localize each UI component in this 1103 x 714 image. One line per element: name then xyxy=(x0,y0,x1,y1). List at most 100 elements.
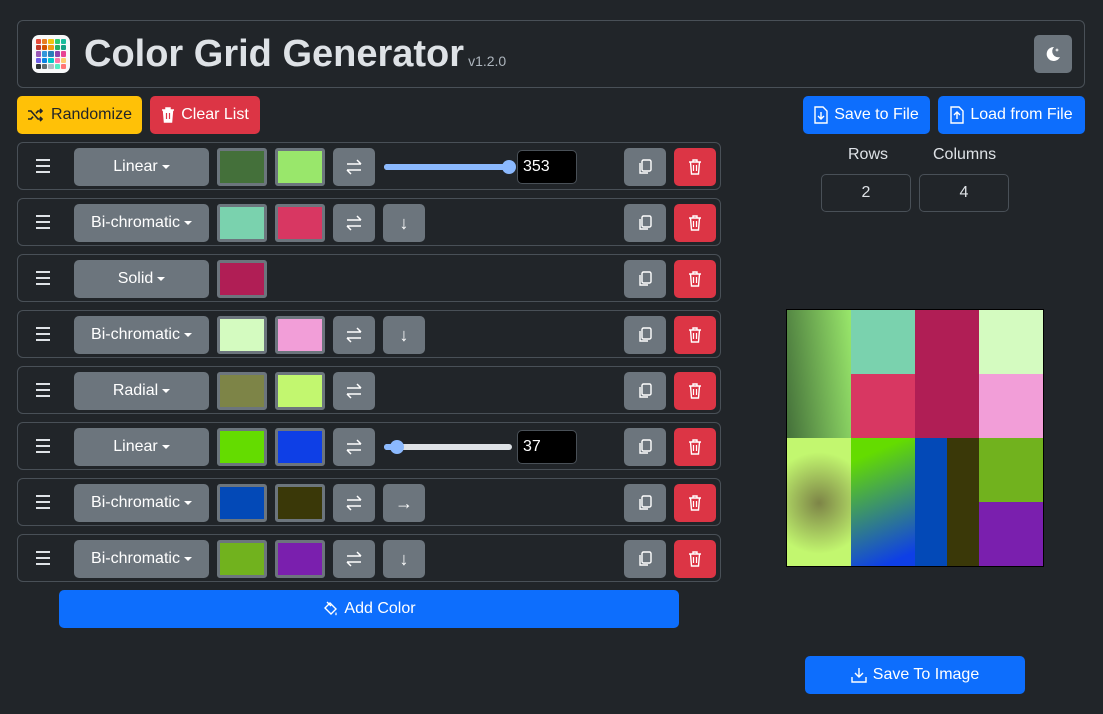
copy-icon xyxy=(639,215,652,230)
clear-list-label: Clear List xyxy=(181,106,249,123)
delete-button[interactable] xyxy=(674,204,716,242)
swap-colors-button[interactable] xyxy=(333,316,375,354)
duplicate-button[interactable] xyxy=(624,428,666,466)
color2-swatch[interactable] xyxy=(275,540,325,578)
drag-handle-icon[interactable] xyxy=(36,493,50,511)
type-label: Bi-chromatic xyxy=(91,214,180,231)
direction-button[interactable]: ↓ xyxy=(383,316,425,354)
save-to-image-button[interactable]: Save To Image xyxy=(805,656,1025,694)
delete-button[interactable] xyxy=(674,428,716,466)
drag-handle-icon[interactable] xyxy=(36,157,50,175)
duplicate-button[interactable] xyxy=(624,148,666,186)
color1-swatch[interactable] xyxy=(217,260,267,298)
type-label: Bi-chromatic xyxy=(91,550,180,567)
color2-swatch[interactable] xyxy=(275,316,325,354)
color1-swatch[interactable] xyxy=(217,540,267,578)
version-badge: v1.2.0 xyxy=(468,53,507,69)
color1-swatch[interactable] xyxy=(217,428,267,466)
delete-button[interactable] xyxy=(674,260,716,298)
duplicate-button[interactable] xyxy=(624,484,666,522)
app-header: Color Grid Generator v1.2.0 xyxy=(17,20,1085,88)
randomize-button[interactable]: Randomize xyxy=(17,96,142,134)
drag-handle-icon[interactable] xyxy=(36,381,50,399)
caret-down-icon xyxy=(161,445,170,449)
grid-preview xyxy=(786,309,1044,567)
color-row: Bi-chromatic ↓ xyxy=(17,310,721,358)
swap-colors-button[interactable] xyxy=(333,428,375,466)
trash-icon xyxy=(689,495,701,511)
slider-thumb[interactable] xyxy=(389,440,404,454)
color2-swatch[interactable] xyxy=(275,428,325,466)
angle-slider[interactable] xyxy=(384,160,517,174)
color2-swatch[interactable] xyxy=(275,372,325,410)
color1-swatch[interactable] xyxy=(217,372,267,410)
load-from-file-label: Load from File xyxy=(970,106,1073,123)
type-dropdown[interactable]: Solid xyxy=(74,260,209,298)
color-row: Linear 37 xyxy=(17,422,721,470)
duplicate-button[interactable] xyxy=(624,316,666,354)
type-label: Bi-chromatic xyxy=(91,326,180,343)
type-dropdown[interactable]: Bi-chromatic xyxy=(74,316,209,354)
add-color-button[interactable]: Add Color xyxy=(59,590,679,628)
load-from-file-button[interactable]: Load from File xyxy=(938,96,1085,134)
angle-slider[interactable] xyxy=(384,440,512,454)
type-dropdown[interactable]: Bi-chromatic xyxy=(74,484,209,522)
copy-icon xyxy=(639,551,652,566)
slider-thumb[interactable] xyxy=(502,160,517,174)
color2-swatch[interactable] xyxy=(275,204,325,242)
app-title-text: Color Grid Generator xyxy=(84,33,465,75)
type-label: Linear xyxy=(113,438,158,455)
direction-button[interactable]: ↓ xyxy=(383,204,425,242)
drag-handle-icon[interactable] xyxy=(36,549,50,567)
direction-button[interactable]: → xyxy=(383,484,425,522)
preview-cell xyxy=(979,310,1043,374)
swap-colors-button[interactable] xyxy=(333,204,375,242)
direction-arrow-icon: ↓ xyxy=(399,548,409,569)
delete-button[interactable] xyxy=(674,540,716,578)
theme-toggle-button[interactable] xyxy=(1034,35,1072,73)
drag-handle-icon[interactable] xyxy=(36,325,50,343)
color1-swatch[interactable] xyxy=(217,148,267,186)
type-dropdown[interactable]: Linear xyxy=(74,148,209,186)
swap-colors-button[interactable] xyxy=(333,484,375,522)
color1-swatch[interactable] xyxy=(217,204,267,242)
copy-icon xyxy=(639,271,652,286)
delete-button[interactable] xyxy=(674,372,716,410)
trash-icon xyxy=(689,271,701,287)
rows-input[interactable]: 2 xyxy=(821,174,911,212)
angle-input[interactable]: 353 xyxy=(517,150,577,184)
type-dropdown[interactable]: Linear xyxy=(74,428,209,466)
delete-button[interactable] xyxy=(674,484,716,522)
angle-input[interactable]: 37 xyxy=(517,430,577,464)
color2-swatch[interactable] xyxy=(275,148,325,186)
duplicate-button[interactable] xyxy=(624,372,666,410)
swap-colors-button[interactable] xyxy=(333,148,375,186)
color1-swatch[interactable] xyxy=(217,484,267,522)
preview-cell xyxy=(851,310,915,374)
swap-colors-button[interactable] xyxy=(333,540,375,578)
swap-colors-button[interactable] xyxy=(333,372,375,410)
type-dropdown[interactable]: Bi-chromatic xyxy=(74,540,209,578)
caret-down-icon xyxy=(183,221,192,225)
drag-handle-icon[interactable] xyxy=(36,437,50,455)
randomize-label: Randomize xyxy=(51,106,132,123)
color2-swatch[interactable] xyxy=(275,484,325,522)
type-dropdown[interactable]: Bi-chromatic xyxy=(74,204,209,242)
color1-swatch[interactable] xyxy=(217,316,267,354)
delete-button[interactable] xyxy=(674,148,716,186)
page-title: Color Grid Generator v1.2.0 xyxy=(84,33,506,76)
duplicate-button[interactable] xyxy=(624,260,666,298)
trash-icon xyxy=(689,383,701,399)
preview-cell xyxy=(787,310,851,438)
direction-button[interactable]: ↓ xyxy=(383,540,425,578)
save-to-file-button[interactable]: Save to File xyxy=(803,96,930,134)
caret-down-icon xyxy=(161,165,170,169)
duplicate-button[interactable] xyxy=(624,204,666,242)
columns-input[interactable]: 4 xyxy=(919,174,1009,212)
type-dropdown[interactable]: Radial xyxy=(74,372,209,410)
clear-list-button[interactable]: Clear List xyxy=(150,96,260,134)
delete-button[interactable] xyxy=(674,316,716,354)
duplicate-button[interactable] xyxy=(624,540,666,578)
drag-handle-icon[interactable] xyxy=(36,213,50,231)
drag-handle-icon[interactable] xyxy=(36,269,50,287)
